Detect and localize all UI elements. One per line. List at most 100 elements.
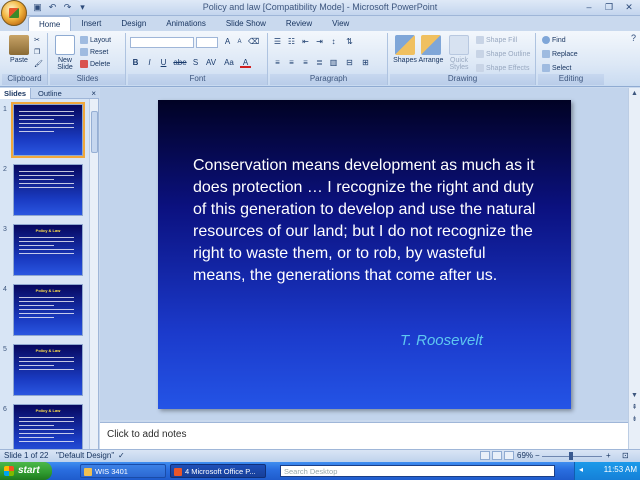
close-panel-icon[interactable]: × (91, 88, 96, 99)
align-text-icon[interactable]: ⊟ (344, 58, 355, 68)
shrink-font-button[interactable]: A (234, 37, 245, 47)
tab-view[interactable]: View (322, 16, 359, 31)
underline-button[interactable]: U (158, 58, 169, 68)
layout-button[interactable]: Layout (80, 36, 111, 46)
scroll-up-icon[interactable]: ▲ (629, 89, 640, 99)
paste-icon (9, 35, 29, 55)
taskbar-item-wis[interactable]: WIS 3401 (80, 464, 166, 478)
paste-button[interactable]: Paste (6, 35, 32, 64)
quick-styles-button[interactable]: Quick Styles (446, 35, 472, 71)
line-spacing-icon[interactable]: ↕ (328, 37, 339, 47)
bullets-icon[interactable]: ☰ (272, 37, 283, 47)
help-icon[interactable]: ? (631, 33, 636, 43)
zoom-in-icon[interactable]: + (606, 451, 611, 460)
start-button[interactable]: start (0, 462, 52, 480)
normal-view-button[interactable] (480, 451, 490, 460)
cut-icon[interactable]: ✂ (34, 36, 40, 46)
align-left-icon[interactable]: ≡ (272, 58, 283, 68)
thumbnail-text-line (19, 433, 75, 434)
tab-slides[interactable]: Slides (0, 88, 32, 99)
format-painter-icon[interactable]: 🖌 (34, 60, 43, 70)
powerpoint-icon (174, 468, 182, 476)
previous-slide-icon[interactable]: ⇞ (629, 403, 640, 413)
copy-icon[interactable]: ❐ (34, 48, 40, 58)
close-button[interactable]: ✕ (620, 1, 638, 14)
tab-insert[interactable]: Insert (71, 16, 111, 31)
slide-show-button[interactable] (504, 451, 514, 460)
current-slide[interactable]: Conservation means development as much a… (158, 100, 571, 409)
delete-button[interactable]: Delete (80, 60, 110, 70)
maximize-button[interactable]: ❐ (600, 1, 618, 14)
shape-effects-button[interactable]: Shape Effects (476, 64, 529, 74)
shape-fill-button[interactable]: Shape Fill (476, 36, 517, 46)
notes-pane[interactable]: Click to add notes (100, 422, 628, 449)
tab-outline[interactable]: Outline (34, 88, 66, 99)
tab-slide-show[interactable]: Slide Show (216, 16, 276, 31)
panel-scroll-thumb[interactable] (91, 111, 98, 153)
thumbnail-text-line (19, 317, 54, 318)
slide-thumbnail[interactable] (11, 102, 85, 158)
next-slide-icon[interactable]: ⇟ (629, 415, 640, 425)
grow-font-button[interactable]: A (222, 37, 233, 47)
justify-icon[interactable]: ≣ (314, 58, 325, 68)
slide-sorter-button[interactable] (492, 451, 502, 460)
align-right-icon[interactable]: ≡ (300, 58, 311, 68)
notes-placeholder: Click to add notes (107, 429, 187, 440)
tab-home[interactable]: Home (28, 16, 72, 31)
zoom-out-icon[interactable]: − (535, 451, 540, 460)
tab-animations[interactable]: Animations (156, 16, 216, 31)
slide-thumbnail[interactable]: Policy & Law (13, 284, 83, 336)
reset-button[interactable]: Reset (80, 48, 108, 58)
desktop-search-input[interactable]: Search Desktop (280, 465, 555, 477)
tab-review[interactable]: Review (276, 16, 322, 31)
font-size-combo[interactable] (196, 37, 218, 48)
font-color-button[interactable]: A (240, 58, 251, 68)
slide-thumbnail[interactable]: Policy & Law (13, 344, 83, 396)
find-button[interactable]: Find (542, 36, 566, 46)
panel-scrollbar[interactable] (89, 99, 98, 449)
tab-design[interactable]: Design (111, 16, 156, 31)
layout-icon (80, 36, 88, 45)
shapes-button[interactable]: Shapes (392, 35, 418, 64)
office-button[interactable] (1, 0, 27, 26)
align-center-icon[interactable]: ≡ (286, 58, 297, 68)
smartart-icon[interactable]: ⊞ (360, 58, 371, 68)
text-shadow-button[interactable]: S (190, 58, 201, 68)
text-direction-icon[interactable]: ⇅ (344, 37, 355, 47)
tray-icon[interactable]: ◂ (579, 465, 583, 474)
zoom-level[interactable]: 69% (517, 451, 533, 460)
fit-to-window-icon[interactable]: ⊡ (622, 451, 629, 460)
columns-icon[interactable]: ▥ (328, 58, 339, 68)
bold-button[interactable]: B (130, 58, 141, 68)
shape-outline-button[interactable]: Shape Outline (476, 50, 530, 60)
select-button[interactable]: Select (542, 64, 571, 74)
replace-button[interactable]: Replace (542, 50, 578, 60)
vertical-scrollbar[interactable]: ▲ ▼ ⇞ ⇟ (628, 88, 640, 449)
strikethrough-button[interactable]: abe (172, 58, 188, 68)
thumbnail-text-lines (19, 171, 77, 191)
arrange-label: Arrange (418, 57, 444, 64)
numbering-icon[interactable]: ☷ (286, 37, 297, 47)
slide-author-text[interactable]: T. Roosevelt (400, 332, 483, 349)
change-case-button[interactable]: Aa (222, 58, 236, 68)
slide-thumbnail[interactable]: Policy & Law (13, 224, 83, 276)
spell-check-icon[interactable]: ✓ (118, 451, 125, 460)
taskbar-item-powerpoint[interactable]: 4 Microsoft Office P... (170, 464, 266, 478)
scroll-down-icon[interactable]: ▼ (629, 391, 640, 401)
zoom-slider-handle[interactable] (569, 452, 573, 460)
clear-formatting-icon[interactable]: ⌫ (248, 37, 259, 47)
font-group-label: Font (128, 74, 267, 85)
thumbnail-text-line (19, 297, 75, 298)
minimize-button[interactable]: – (580, 1, 598, 14)
font-name-combo[interactable] (130, 37, 194, 48)
arrange-button[interactable]: Arrange (418, 35, 444, 64)
increase-indent-icon[interactable]: ⇥ (314, 37, 325, 47)
slide-quote-text[interactable]: Conservation means development as much a… (193, 155, 538, 287)
italic-button[interactable]: I (144, 58, 155, 68)
slides-panel: Slides Outline × 1 2 3 Policy & Law 4 Policy … (0, 88, 99, 456)
decrease-indent-icon[interactable]: ⇤ (300, 37, 311, 47)
new-slide-button[interactable]: New Slide (52, 35, 78, 71)
character-spacing-button[interactable]: AV (204, 58, 218, 68)
thumbnail-text-line (19, 417, 75, 418)
slide-thumbnail[interactable] (13, 164, 83, 216)
